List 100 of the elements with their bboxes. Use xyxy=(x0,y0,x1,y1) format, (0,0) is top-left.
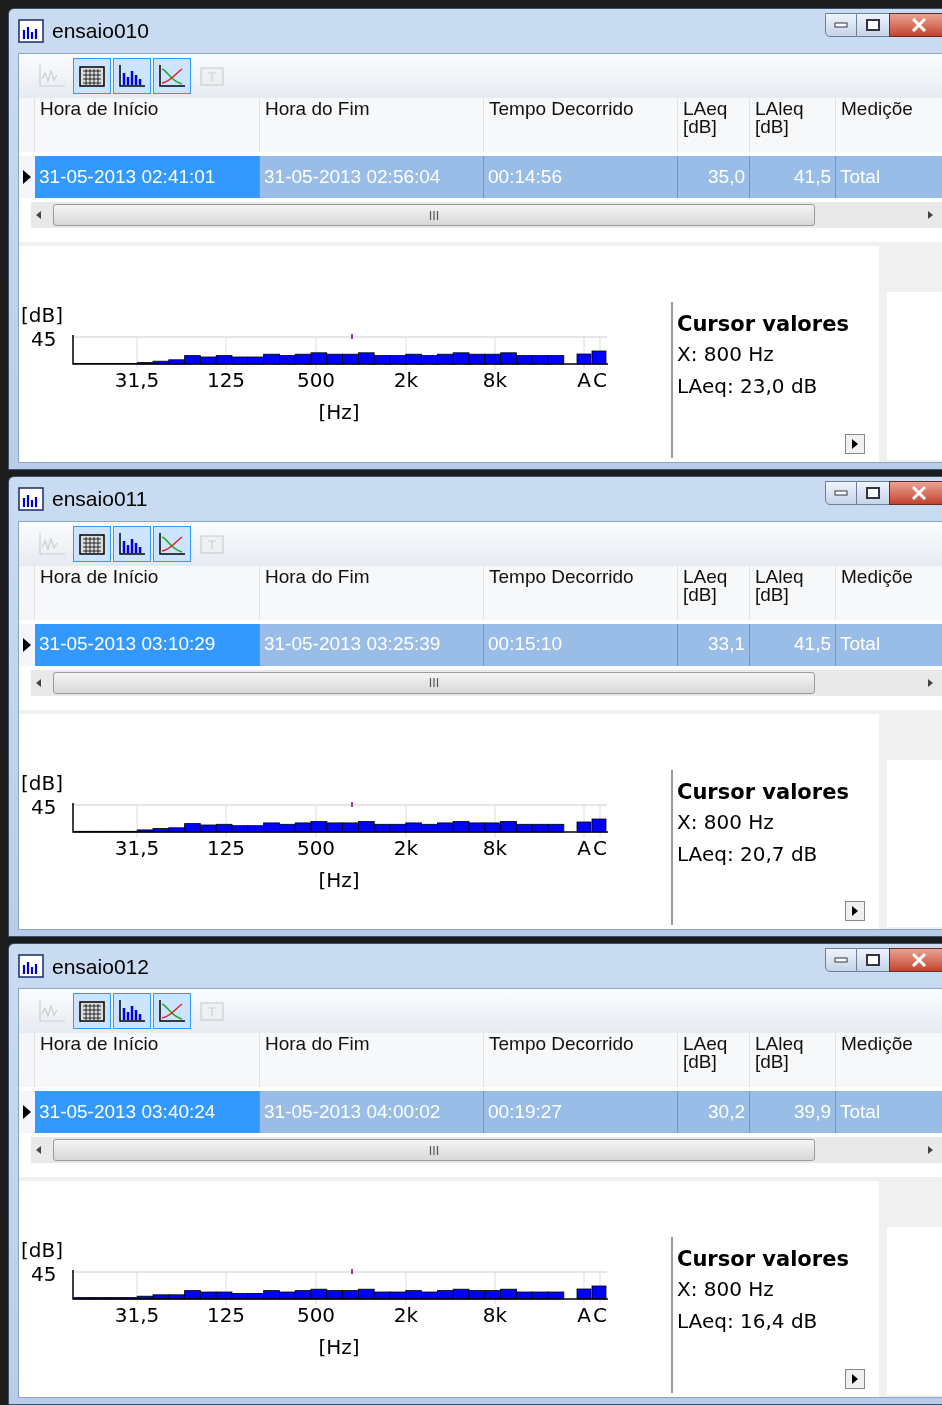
table-cell: 30,2 xyxy=(678,1091,750,1134)
expand-button[interactable] xyxy=(845,1369,865,1389)
play-icon xyxy=(852,906,858,917)
horizontal-scrollbar[interactable] xyxy=(31,1137,942,1164)
column-header[interactable]: Hora de Início xyxy=(35,565,260,620)
cursor-x-value: X: 800 Hz xyxy=(677,808,775,836)
column-header[interactable]: Hora do Fim xyxy=(260,98,484,152)
scrollbar-thumb[interactable] xyxy=(53,1139,815,1162)
x-tick-label: C xyxy=(593,1303,607,1328)
x-tick-label: A xyxy=(577,368,591,392)
close-button[interactable] xyxy=(889,480,942,505)
minimize-icon xyxy=(834,489,848,496)
column-header[interactable]: Hora de Início xyxy=(35,98,260,152)
cursor-x-value: X: 800 Hz xyxy=(677,341,775,368)
x-tick-label: 500 xyxy=(296,835,336,860)
grip-icon xyxy=(429,1145,439,1155)
grid-chart-icon xyxy=(77,63,107,89)
x-tick-label: 31,5 xyxy=(114,835,160,860)
column-header[interactable]: Hora do Fim xyxy=(260,1033,484,1088)
column-header[interactable]: LAleq [dB] xyxy=(750,1033,836,1088)
column-header[interactable]: LAleq [dB] xyxy=(750,98,836,152)
x-tick-label: 2k xyxy=(393,368,419,392)
table-cell: 41,5 xyxy=(750,156,836,198)
y-tick-label: 45 xyxy=(31,795,57,818)
cursor-level-value: LAeq: 20,7 dB xyxy=(677,840,819,868)
column-header[interactable]: LAeq [dB] xyxy=(678,565,750,620)
column-header[interactable]: Mediçõe xyxy=(836,565,942,620)
table-cell: 31-05-2013 03:25:39 xyxy=(260,623,484,666)
play-icon xyxy=(852,438,858,449)
column-header[interactable]: LAleq [dB] xyxy=(750,565,836,620)
close-icon xyxy=(911,953,927,968)
y-axis-label: [dB] xyxy=(21,1239,64,1262)
waveform-chart-icon xyxy=(37,63,67,89)
x-tick-label: 8k xyxy=(482,368,508,392)
toolbar-button[interactable] xyxy=(73,58,111,94)
column-header[interactable]: Hora do Fim xyxy=(260,565,484,620)
maximize-button[interactable] xyxy=(857,948,889,973)
minimize-button[interactable] xyxy=(825,480,857,505)
current-row-icon xyxy=(23,1105,31,1120)
table-cell: 31-05-2013 02:56:04 xyxy=(260,156,484,198)
curve-chart-icon xyxy=(157,998,187,1025)
bar-chart-icon xyxy=(18,486,44,511)
maximize-icon xyxy=(866,954,880,967)
row-header[interactable] xyxy=(19,156,35,198)
current-row-icon xyxy=(23,170,31,184)
close-button[interactable] xyxy=(889,948,942,973)
window-title: ensaio010 xyxy=(52,18,149,45)
maximize-button[interactable] xyxy=(857,480,889,505)
column-header[interactable]: LAeq [dB] xyxy=(678,98,750,152)
toolbar-button[interactable] xyxy=(113,525,151,562)
x-tick-label: 2k xyxy=(393,1303,419,1328)
horizontal-scrollbar[interactable] xyxy=(31,669,942,696)
x-tick-label: C xyxy=(593,835,607,860)
x-tick-label: 8k xyxy=(482,835,508,860)
minimize-button[interactable] xyxy=(825,948,857,973)
window-title: ensaio012 xyxy=(52,953,149,980)
horizontal-scrollbar[interactable] xyxy=(31,202,942,228)
current-row-icon xyxy=(23,637,31,652)
row-header[interactable] xyxy=(19,623,35,666)
x-tick-label: 125 xyxy=(206,835,246,860)
column-header[interactable]: LAeq [dB] xyxy=(678,1033,750,1088)
x-tick-label: A xyxy=(577,1303,591,1328)
close-button[interactable] xyxy=(889,13,942,37)
grip-icon xyxy=(429,678,439,688)
toolbar-button[interactable] xyxy=(113,58,151,94)
close-icon xyxy=(911,485,927,500)
table-cell: 00:15:10 xyxy=(484,623,678,666)
toolbar-button[interactable] xyxy=(73,993,111,1030)
x-axis-label: [Hz] xyxy=(318,1335,360,1360)
column-header[interactable]: Hora de Início xyxy=(35,1033,260,1088)
column-header[interactable]: Tempo Decorrido xyxy=(484,1033,678,1088)
row-header[interactable] xyxy=(19,1091,35,1134)
minimize-icon xyxy=(834,22,848,28)
play-icon xyxy=(852,1374,858,1384)
toolbar-button[interactable] xyxy=(73,525,111,562)
waveform-chart-icon xyxy=(37,530,67,557)
toolbar-button[interactable] xyxy=(153,525,191,562)
cursor-x-value: X: 800 Hz xyxy=(677,1276,775,1304)
x-tick-label: C xyxy=(593,368,607,392)
table-cell: Total xyxy=(836,623,942,666)
scrollbar-thumb[interactable] xyxy=(53,671,815,694)
y-axis-label: [dB] xyxy=(21,771,64,794)
bar-chart-icon xyxy=(117,998,147,1025)
x-tick-label: 31,5 xyxy=(114,368,160,392)
column-header[interactable]: Mediçõe xyxy=(836,98,942,152)
x-axis-label: [Hz] xyxy=(318,400,360,424)
column-header[interactable]: Mediçõe xyxy=(836,1033,942,1088)
y-tick-label: 45 xyxy=(31,1263,57,1286)
column-header[interactable]: Tempo Decorrido xyxy=(484,565,678,620)
column-header[interactable]: Tempo Decorrido xyxy=(484,98,678,152)
scrollbar-thumb[interactable] xyxy=(53,204,815,226)
toolbar-button[interactable] xyxy=(153,993,191,1030)
cursor-title: Cursor valores xyxy=(677,311,850,338)
toolbar-button[interactable] xyxy=(113,993,151,1030)
toolbar-button[interactable] xyxy=(153,58,191,94)
expand-button[interactable] xyxy=(845,901,865,922)
minimize-button[interactable] xyxy=(825,13,857,37)
expand-button[interactable] xyxy=(845,433,865,454)
x-tick-label: 2k xyxy=(393,835,419,860)
maximize-button[interactable] xyxy=(857,13,889,37)
